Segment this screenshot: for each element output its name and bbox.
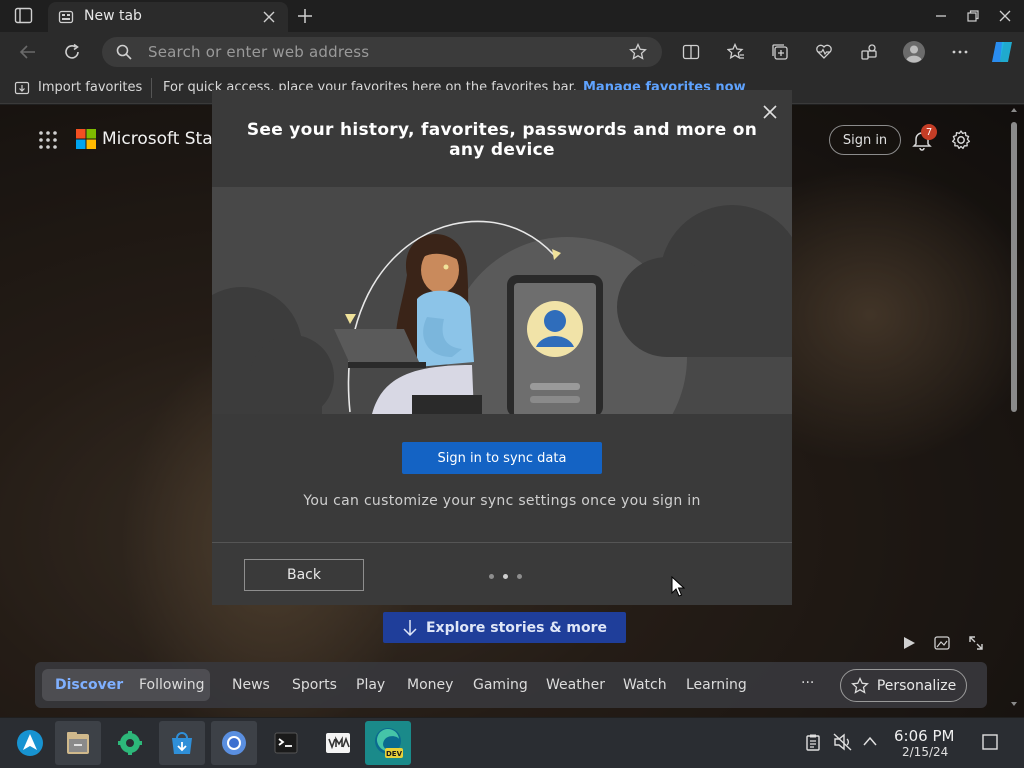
favorites-icon[interactable] — [727, 43, 745, 61]
personalize-button[interactable]: Personalize — [840, 669, 967, 702]
restore-icon[interactable] — [966, 9, 980, 23]
import-favorites-button[interactable]: Import favorites — [38, 80, 142, 95]
feed-more-button[interactable]: ··· — [801, 675, 814, 691]
page-settings-gear-icon[interactable] — [950, 129, 972, 151]
expand-icon[interactable] — [968, 635, 984, 651]
microsoft-logo-icon — [76, 129, 96, 149]
scroll-up-icon[interactable] — [1010, 106, 1018, 114]
background-info-icon[interactable] — [934, 636, 950, 650]
clock-date[interactable]: 2/15/24 — [902, 745, 948, 759]
address-placeholder: Search or enter web address — [148, 43, 370, 61]
taskbar-chromium-app[interactable] — [211, 721, 257, 765]
notification-count-badge: 7 — [921, 124, 937, 140]
feed-category-play[interactable]: Play — [356, 677, 385, 693]
import-favorites-icon — [14, 80, 30, 96]
address-bar[interactable]: Search or enter web address — [102, 37, 662, 67]
scroll-down-icon[interactable] — [1010, 700, 1018, 708]
feed-category-sports[interactable]: Sports — [292, 677, 337, 693]
taskbar-store-app[interactable] — [159, 721, 205, 765]
feed-category-money[interactable]: Money — [407, 677, 453, 693]
personalize-star-icon — [850, 676, 869, 694]
file-manager-icon — [67, 732, 89, 754]
taskbar-terminal-app[interactable] — [263, 721, 309, 765]
dialog-close-icon[interactable] — [762, 104, 778, 120]
extensions-icon[interactable] — [860, 43, 878, 61]
dialog-title: See your history, favorites, passwords a… — [246, 120, 758, 160]
split-screen-icon[interactable] — [682, 43, 700, 61]
window-close-icon[interactable] — [998, 9, 1012, 23]
feed-tab-discover[interactable]: Discover — [55, 677, 123, 693]
dialog-back-button[interactable]: Back — [244, 559, 364, 591]
app-launcher-icon[interactable] — [38, 130, 58, 150]
feed-category-gaming[interactable]: Gaming — [473, 677, 528, 693]
edge-dev-icon: DEV — [375, 728, 403, 758]
feed-navigation-bar: Discover Following News Sports Play Mone… — [35, 662, 987, 708]
feed-category-weather[interactable]: Weather — [546, 677, 605, 693]
volume-muted-icon[interactable] — [833, 733, 853, 751]
page-sign-in-button[interactable]: Sign in — [829, 125, 901, 155]
taskbar-settings-app[interactable] — [107, 721, 153, 765]
mouse-cursor-icon — [671, 576, 685, 598]
pager-dot-active — [503, 574, 508, 579]
explore-stories-label: Explore stories & more — [425, 619, 608, 636]
microsoft-start-logo[interactable]: Microsoft Start — [76, 129, 226, 149]
feed-tab-following[interactable]: Following — [139, 677, 205, 693]
tab-actions-icon[interactable] — [14, 7, 34, 25]
play-icon[interactable] — [902, 636, 916, 650]
feed-category-news[interactable]: News — [232, 677, 270, 693]
sync-settings-hint: You can customize your sync settings onc… — [303, 493, 701, 509]
dialog-footer-divider — [212, 542, 792, 543]
new-tab-favicon-icon — [58, 9, 74, 25]
taskbar-vm-app[interactable] — [315, 721, 361, 765]
clock-time[interactable]: 6:06 PM — [894, 727, 954, 745]
collections-icon[interactable] — [771, 43, 789, 61]
sign-in-to-sync-button[interactable]: Sign in to sync data — [402, 442, 602, 474]
sync-illustration — [212, 187, 792, 414]
add-favorite-star-icon[interactable] — [629, 43, 647, 61]
show-desktop-icon[interactable] — [981, 733, 999, 751]
pager-dot — [517, 574, 522, 579]
tab-title: New tab — [84, 8, 142, 24]
back-arrow-icon[interactable] — [18, 42, 38, 62]
software-store-icon — [172, 732, 192, 754]
scrollbar-thumb[interactable] — [1011, 122, 1017, 412]
profile-avatar-icon[interactable] — [902, 40, 926, 64]
settings-more-icon[interactable] — [951, 43, 969, 61]
tray-expand-chevron-icon[interactable] — [862, 735, 878, 747]
virtual-machine-manager-icon — [326, 733, 350, 753]
copilot-icon[interactable] — [989, 39, 1015, 65]
feed-category-watch[interactable]: Watch — [623, 677, 667, 693]
terminal-icon — [274, 732, 298, 754]
tab-new-tab[interactable]: New tab — [48, 2, 288, 32]
explore-stories-button[interactable]: Explore stories & more — [383, 612, 626, 643]
search-icon — [116, 44, 132, 60]
system-settings-icon — [118, 731, 142, 755]
tab-close-icon[interactable] — [262, 10, 276, 24]
minimize-icon[interactable] — [934, 9, 948, 23]
taskbar-edge-dev-app[interactable]: DEV — [365, 721, 411, 765]
clipboard-icon[interactable] — [804, 733, 822, 751]
pager-dot — [489, 574, 494, 579]
app-launcher-menu-icon[interactable] — [16, 729, 44, 757]
sync-dialog: See your history, favorites, passwords a… — [212, 90, 792, 605]
arrow-down-icon — [403, 619, 417, 636]
new-tab-plus-icon[interactable] — [296, 7, 314, 25]
favbar-divider — [151, 78, 152, 98]
browser-essentials-icon[interactable] — [815, 43, 833, 61]
personalize-label: Personalize — [876, 677, 957, 694]
feed-category-learning[interactable]: Learning — [686, 677, 747, 693]
refresh-icon[interactable] — [62, 42, 82, 62]
svg-text:DEV: DEV — [386, 750, 403, 758]
brand-name: Microsoft Start — [102, 129, 227, 149]
taskbar-files-app[interactable] — [55, 721, 101, 765]
chromium-icon — [222, 731, 246, 755]
